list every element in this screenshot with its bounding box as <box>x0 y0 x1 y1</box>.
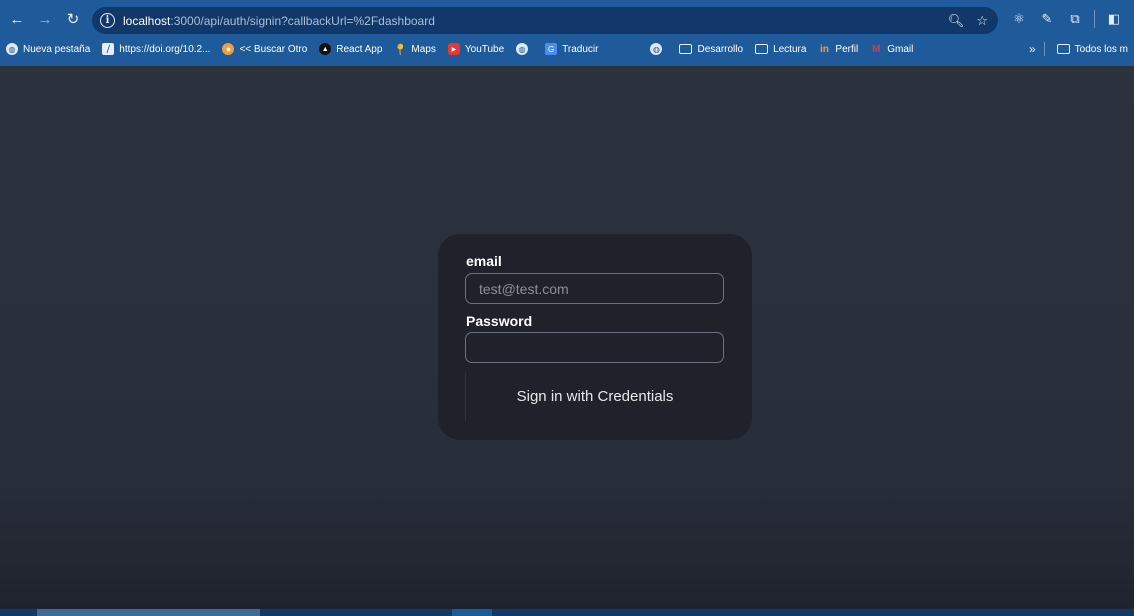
browser-chrome: ← → ↻ i localhost:3000/api/auth/signin?c… <box>0 0 1134 66</box>
bookmark-label: YouTube <box>464 43 505 55</box>
extensions-puzzle-icon[interactable]: ⧉ <box>1064 8 1086 30</box>
bookmark-nueva-pestana[interactable]: ◍ Nueva pestaña <box>0 38 96 60</box>
bookmark-globe-2[interactable]: ◍ <box>644 38 673 60</box>
site-info-icon[interactable]: i <box>100 13 115 28</box>
perfil-icon: in <box>819 43 829 55</box>
browser-toolbar: ← → ↻ i localhost:3000/api/auth/signin?c… <box>0 0 1134 38</box>
bookmark-label: Traducir <box>562 43 599 55</box>
forward-arrow-icon[interactable]: → <box>31 5 59 33</box>
bookmark-label: Desarrollo <box>697 43 744 55</box>
toolbar-separator <box>1094 10 1095 28</box>
address-url[interactable]: localhost:3000/api/auth/signin?callbackU… <box>123 14 435 28</box>
nav-buttons: ← → ↻ <box>3 5 87 33</box>
bookmark-doi[interactable]: ⧸ https://doi.org/10.2... <box>96 38 216 60</box>
gmail-icon: M <box>872 43 881 55</box>
url-path: :3000/api/auth/signin?callbackUrl=%2Fdas… <box>170 13 435 28</box>
bookmark-gmail[interactable]: M Gmail <box>864 38 919 60</box>
folder-icon <box>755 44 769 54</box>
bookmark-folder-all[interactable]: Todos los m <box>1051 38 1134 60</box>
bookmark-label: Maps <box>411 43 436 55</box>
translate-icon: G <box>545 43 558 55</box>
bookmark-folder-lectura[interactable]: Lectura <box>749 38 812 60</box>
globe-icon: ◍ <box>6 43 18 55</box>
side-panel-icon[interactable]: ◧ <box>1103 8 1125 30</box>
bookmark-label: << Buscar Otro <box>239 43 308 55</box>
youtube-icon: ▶ <box>447 43 460 55</box>
address-bar[interactable]: i localhost:3000/api/auth/signin?callbac… <box>92 7 998 34</box>
react-devtools-icon[interactable]: ⚛ <box>1008 8 1030 30</box>
bookmark-label: React App <box>336 43 383 55</box>
bookmark-folder-desarrollo[interactable]: Desarrollo <box>673 38 749 60</box>
url-host: localhost <box>123 13 171 28</box>
bookmark-react-app[interactable]: ▲ React App <box>313 38 388 60</box>
email-label: email <box>466 253 502 269</box>
bookmarks-bar: ◍ Nueva pestaña ⧸ https://doi.org/10.2..… <box>0 38 1134 60</box>
buscar-icon: ● <box>222 43 235 55</box>
signin-card: email Password Sign in with Credentials <box>438 234 752 440</box>
bookmark-label: Nueva pestaña <box>23 43 91 55</box>
address-bar-actions: 🔍︎ ☆ <box>948 7 988 34</box>
reload-icon[interactable]: ↻ <box>59 5 87 33</box>
doi-icon: ⧸ <box>102 43 115 55</box>
bookmark-label: Todos los m <box>1074 43 1128 55</box>
password-field[interactable] <box>465 332 724 363</box>
globe-icon: ◍ <box>650 43 663 55</box>
folder-icon <box>679 44 693 54</box>
email-field[interactable] <box>465 273 724 304</box>
taskbar-active-item[interactable] <box>37 609 260 616</box>
folder-icon <box>1056 44 1070 54</box>
extension-icons: ⚛ ✎ ⧉ ◧ <box>1008 8 1125 30</box>
bookmark-label: Perfil <box>835 43 859 55</box>
bookmark-traducir[interactable]: G Traducir <box>539 38 604 60</box>
bookmark-youtube[interactable]: ▶ YouTube <box>442 38 510 60</box>
maps-icon: 📍︎ <box>393 43 408 56</box>
globe-icon: ◍ <box>516 43 529 55</box>
signin-page: email Password Sign in with Credentials <box>0 66 1134 609</box>
signin-credentials-button[interactable]: Sign in with Credentials <box>465 372 724 421</box>
bookmark-perfil[interactable]: in Perfil <box>812 38 864 60</box>
bookmark-label: https://doi.org/10.2... <box>119 43 211 55</box>
bookmark-label: Lectura <box>773 43 807 55</box>
zoom-icon[interactable]: 🔍︎ <box>948 13 965 29</box>
taskbar <box>0 609 1134 616</box>
react-icon: ▲ <box>319 43 332 55</box>
bookmark-globe-1[interactable]: ◍ <box>510 38 539 60</box>
back-arrow-icon[interactable]: ← <box>3 5 31 33</box>
password-label: Password <box>466 313 533 329</box>
more-bookmarks-chevron-icon[interactable]: » <box>1021 42 1044 56</box>
bookmark-maps[interactable]: 📍︎ Maps <box>388 38 441 60</box>
taskbar-item[interactable] <box>452 609 492 616</box>
star-bookmark-icon[interactable]: ☆ <box>976 13 988 29</box>
bookmark-buscar-otro[interactable]: ● << Buscar Otro <box>216 38 313 60</box>
eyedropper-icon[interactable]: ✎ <box>1036 8 1058 30</box>
bookmark-label: Gmail <box>887 43 914 55</box>
bookmarks-separator <box>1043 42 1045 56</box>
